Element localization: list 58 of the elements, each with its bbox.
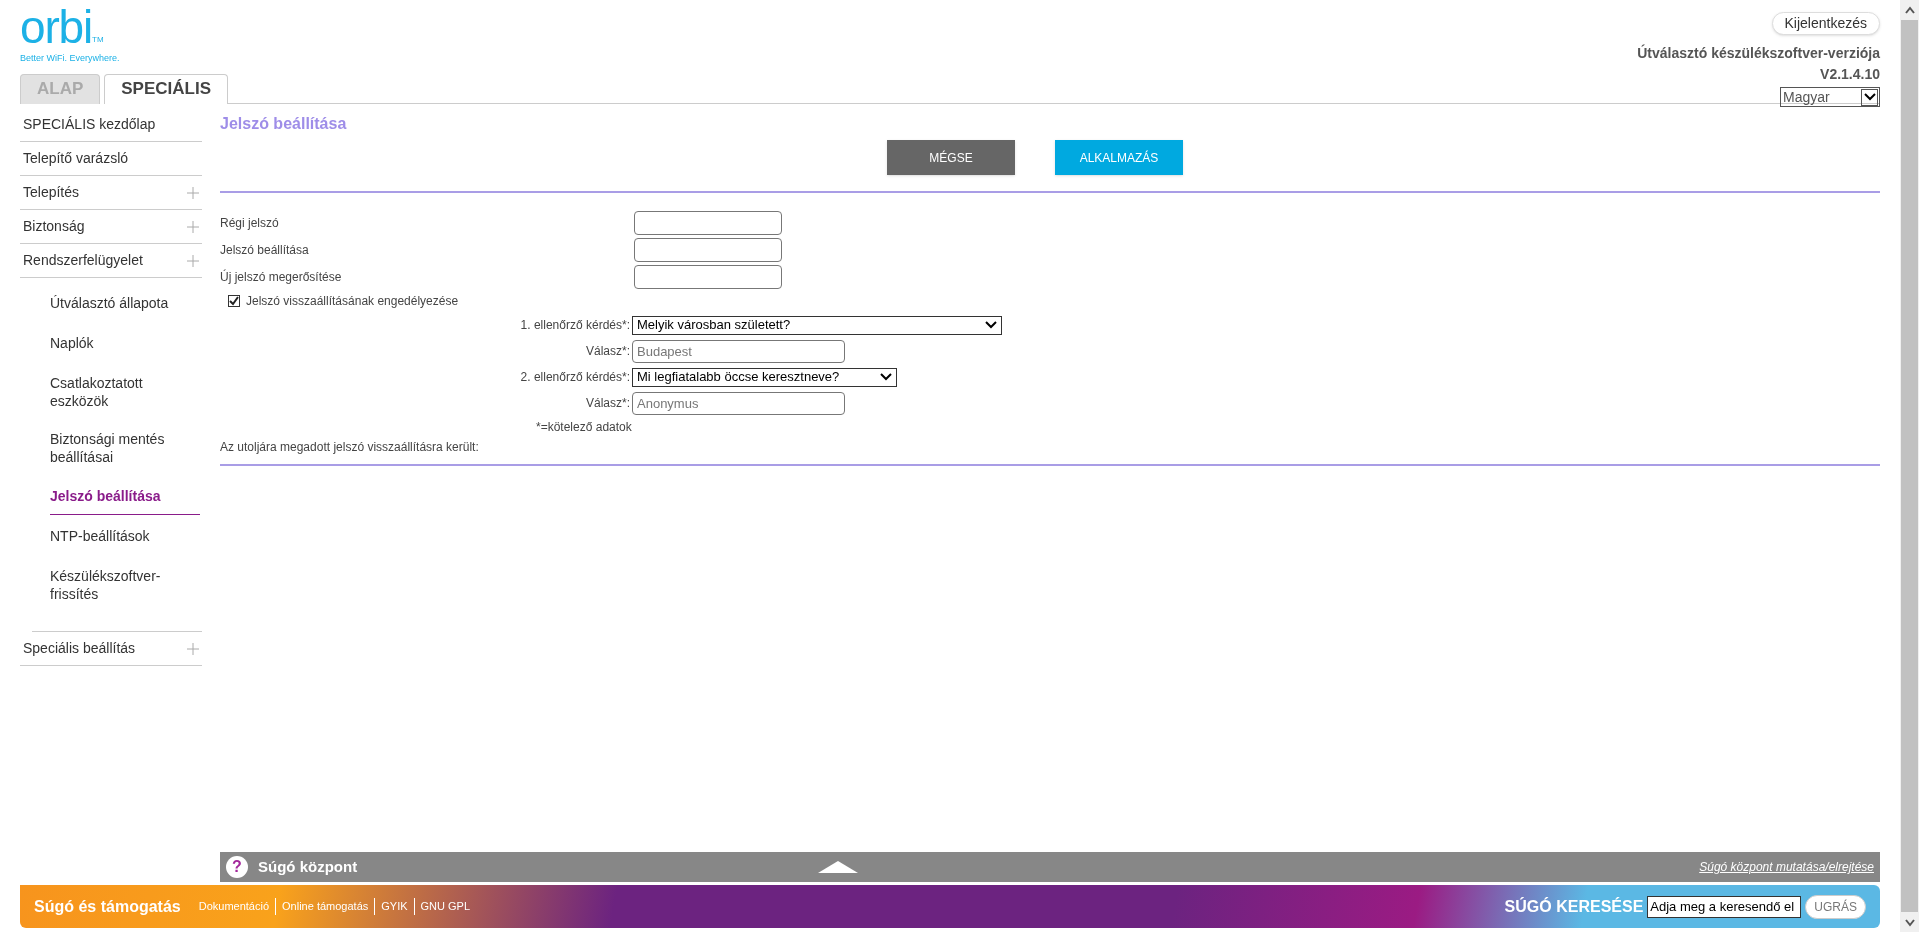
help-toggle-link[interactable]: Súgó központ mutatása/elrejtése	[1699, 858, 1874, 876]
page-title: Jelszó beállítása	[220, 114, 348, 134]
sidebar-subitem[interactable]: Készülékszoftver-frissítés	[50, 559, 180, 611]
language-select[interactable]: Magyar	[1780, 87, 1880, 107]
logo-tagline: Better WiFi. Everywhere.	[20, 52, 121, 65]
help-search-label: SÚGÓ KERESÉSE	[1504, 896, 1644, 917]
question-select[interactable]: Melyik városban született?	[632, 315, 1002, 335]
security-label: 2. ellenőrző kérdés*:	[519, 369, 631, 386]
cancel-button[interactable]: MÉGSE	[887, 140, 1015, 175]
password-field[interactable]	[634, 264, 782, 289]
checkmark-icon	[229, 296, 239, 306]
security-label: 1. ellenőrző kérdés*:	[519, 317, 631, 334]
field-label: Új jelszó megerősítése	[220, 268, 343, 286]
security-label: Válasz*:	[584, 395, 631, 412]
status-note: Az utoljára megadott jelszó visszaállításra került:	[220, 438, 1880, 466]
sidebar-subitem[interactable]: Útválasztó állapota	[50, 286, 180, 322]
required-note: *=kötelező adatok	[535, 419, 633, 436]
plus-icon	[187, 186, 199, 199]
help-center-title: Súgó központ	[258, 856, 359, 877]
chevron-down-icon	[985, 321, 997, 329]
sidebar-item[interactable]: Telepítő varázsló	[20, 142, 202, 176]
logo: orbi	[20, 4, 93, 50]
logout-button[interactable]: Kijelentkezés	[1771, 12, 1880, 35]
answer-field[interactable]: Anonymus	[632, 391, 845, 415]
field-label: Régi jelszó	[220, 214, 280, 232]
sidebar-item[interactable]: Telepítés	[20, 176, 202, 210]
firmware-label: Útválasztó készülékszoftver-verziója	[1637, 43, 1880, 63]
plus-icon	[187, 642, 199, 655]
go-button[interactable]: UGRÁS	[1805, 894, 1866, 919]
password-field[interactable]	[634, 210, 782, 235]
security-label: Válasz*:	[584, 343, 631, 360]
support-link[interactable]: GNU GPL	[413, 898, 477, 915]
sidebar-item[interactable]: Speciális beállítás	[20, 632, 202, 666]
checkbox[interactable]	[228, 295, 240, 307]
password-field[interactable]	[634, 237, 782, 262]
triangle-up-icon[interactable]	[818, 861, 858, 873]
sidebar-item[interactable]: SPECIÁLIS kezdőlap	[20, 108, 202, 142]
chevron-down-icon	[1863, 93, 1876, 101]
trademark-mark: TM	[92, 35, 104, 46]
checkbox-label: Jelszó visszaállításának engedélyezése	[246, 293, 459, 310]
plus-icon	[187, 254, 199, 267]
help-search-field[interactable]: Adja meg a keresendő el	[1647, 895, 1802, 918]
field-label: Jelszó beállítása	[220, 241, 310, 259]
answer-field[interactable]: Budapest	[632, 339, 845, 363]
sidebar-subitem[interactable]: NTP-beállítások	[50, 519, 180, 555]
question-select[interactable]: Mi legfiatalabb öccse keresztneve?	[632, 367, 897, 387]
tab[interactable]: SPECIÁLIS	[104, 73, 229, 104]
sidebar-subitem[interactable]: Jelszó beállítása	[50, 478, 200, 515]
help-icon: ?	[226, 856, 248, 878]
sidebar-subitem[interactable]: Csatlakoztatott eszközök	[50, 366, 180, 418]
sidebar-item[interactable]: Rendszerfelügyelet	[20, 244, 202, 278]
support-title: Súgó és támogatás	[34, 896, 181, 917]
sidebar-subitem[interactable]: Naplók	[50, 326, 180, 362]
sidebar-item[interactable]: Biztonság	[20, 210, 202, 244]
firmware-version: V2.1.4.10	[1820, 65, 1880, 84]
sidebar-subitem[interactable]: Biztonsági mentés beállításai	[50, 422, 180, 474]
plus-icon	[187, 220, 199, 233]
chevron-down-icon	[880, 373, 892, 381]
